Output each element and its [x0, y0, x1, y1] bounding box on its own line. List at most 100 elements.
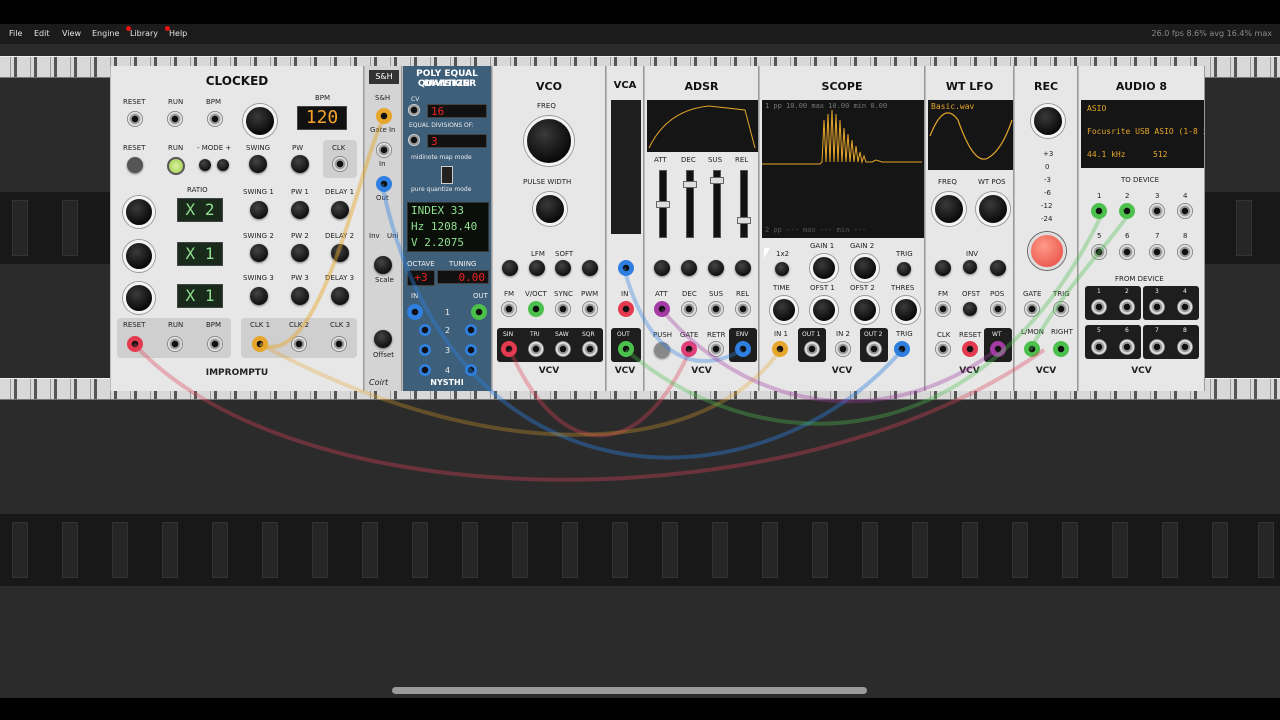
x2-button[interactable] [775, 262, 789, 276]
from-device-jack-2[interactable] [1119, 299, 1135, 315]
quant-out-jack-1[interactable] [471, 304, 487, 320]
offset2-knob[interactable] [851, 296, 879, 324]
from-device-jack-8[interactable] [1177, 339, 1193, 355]
lfm-knob[interactable] [529, 260, 545, 276]
master-bpm-knob[interactable] [243, 104, 277, 138]
mode-up-button[interactable] [217, 159, 229, 171]
attack-cv-knob[interactable] [654, 260, 670, 276]
bpm-output-jack[interactable] [207, 336, 223, 352]
delay3-knob[interactable] [331, 287, 349, 305]
wt-position-knob[interactable] [976, 192, 1010, 226]
decay-cv-knob[interactable] [681, 260, 697, 276]
module-adsr[interactable]: ADSR ATT DEC SUS REL ATT DEC SUS REL PUS… [644, 66, 759, 391]
rack-view[interactable]: CLOCKED RESET RUN BPM BPM 120 RESET RUN … [0, 44, 1280, 698]
module-clocked[interactable]: CLOCKED RESET RUN BPM BPM 120 RESET RUN … [110, 66, 364, 391]
swing1-knob[interactable] [250, 201, 268, 219]
menu-help[interactable]: Help [165, 26, 187, 38]
threshold-knob[interactable] [892, 296, 920, 324]
clk-input-jack[interactable] [935, 341, 951, 357]
tri-output-jack[interactable] [528, 341, 544, 357]
scale-knob[interactable] [374, 256, 392, 274]
decay-fader[interactable] [683, 170, 697, 238]
sample-rate[interactable]: 44.1 kHz [1087, 150, 1126, 159]
module-poly-quantizer[interactable]: POLY EQUAL DIVISION QUANTIZER CV 16 EQUA… [402, 66, 492, 391]
fader-handle[interactable] [683, 181, 697, 188]
invert-button[interactable] [963, 260, 977, 274]
menu-edit[interactable]: Edit [34, 29, 50, 38]
rec-gain-knob[interactable] [1031, 104, 1065, 138]
pulse-width-knob[interactable] [533, 192, 567, 226]
vca-in-jack[interactable] [618, 301, 634, 317]
scope-in1-jack[interactable] [772, 341, 788, 357]
audio-device[interactable]: Focusrite USB ASIO (1-8 in [1087, 127, 1204, 136]
quant-in-jack-2[interactable] [419, 324, 431, 336]
menu-library[interactable]: Library [126, 26, 158, 38]
attack-input-jack[interactable] [654, 301, 670, 317]
quant-in-jack-3[interactable] [419, 344, 431, 356]
scope-out1-jack[interactable] [804, 341, 820, 357]
pw1-knob[interactable] [291, 201, 309, 219]
quant-out-jack-4[interactable] [465, 364, 477, 376]
menu-engine[interactable]: Engine [92, 29, 119, 38]
decay-input-jack[interactable] [681, 301, 697, 317]
to-device-jack-3[interactable] [1149, 203, 1165, 219]
menu-view[interactable]: View [62, 29, 81, 38]
delay2-knob[interactable] [331, 244, 349, 262]
sustain-fader[interactable] [710, 170, 724, 238]
scope-in2-jack[interactable] [835, 341, 851, 357]
right-input-jack[interactable] [1053, 341, 1069, 357]
from-device-jack-1[interactable] [1091, 299, 1107, 315]
sustain-input-jack[interactable] [708, 301, 724, 317]
sqr-output-jack[interactable] [582, 341, 598, 357]
sh-in-jack[interactable] [376, 142, 392, 158]
quant-in-jack-1[interactable] [407, 304, 423, 320]
from-device-jack-6[interactable] [1119, 339, 1135, 355]
clk-output-jack[interactable] [332, 156, 348, 172]
fm-knob[interactable] [502, 260, 518, 276]
module-sample-and-hold[interactable]: S&H S&H Gate In In Out Inv Uni Scale Off… [364, 66, 402, 391]
sustain-cv-knob[interactable] [708, 260, 724, 276]
push-button[interactable] [654, 342, 670, 358]
fader-handle[interactable] [656, 201, 670, 208]
clk2-output-jack[interactable] [291, 336, 307, 352]
horizontal-scrollbar[interactable] [392, 687, 867, 694]
gate-input-jack[interactable] [1024, 301, 1040, 317]
to-device-jack-2[interactable] [1119, 203, 1135, 219]
reset-input-jack[interactable] [962, 341, 978, 357]
mode-switch[interactable] [441, 166, 453, 184]
scope-out2-jack[interactable] [866, 341, 882, 357]
reset-button[interactable] [127, 157, 143, 173]
fm-input-jack[interactable] [501, 301, 517, 317]
gain1-knob[interactable] [810, 254, 838, 282]
module-rec[interactable]: REC +3 0 -3 -6 -12 -24 GATE TRIG L/MON R… [1014, 66, 1078, 391]
env-output-jack[interactable] [735, 341, 751, 357]
offset1-knob[interactable] [810, 296, 838, 324]
pw3-knob[interactable] [291, 287, 309, 305]
block-size[interactable]: 512 [1153, 150, 1167, 159]
offset-button[interactable] [963, 302, 977, 316]
offset-knob[interactable] [374, 330, 392, 348]
release-input-jack[interactable] [735, 301, 751, 317]
left-input-jack[interactable] [1024, 341, 1040, 357]
clk1-output-jack[interactable] [252, 336, 268, 352]
run-output-jack[interactable] [167, 336, 183, 352]
reset-input-jack[interactable] [127, 111, 143, 127]
pwm-knob[interactable] [582, 260, 598, 276]
quant-out-jack-2[interactable] [465, 324, 477, 336]
release-fader[interactable] [737, 170, 751, 238]
mode-down-button[interactable] [199, 159, 211, 171]
ratio1-knob[interactable] [123, 196, 155, 228]
audio-driver[interactable]: ASIO [1087, 104, 1106, 113]
audio-device-display[interactable]: ASIO Focusrite USB ASIO (1-8 in 44.1 kHz… [1081, 100, 1204, 168]
time-knob[interactable] [770, 296, 798, 324]
gate-in-jack[interactable] [376, 108, 392, 124]
vca-cv-jack[interactable] [618, 260, 634, 276]
freq-knob[interactable] [524, 116, 574, 166]
swing3-knob[interactable] [250, 287, 268, 305]
master-pw-knob[interactable] [291, 155, 309, 173]
fm-amount-knob[interactable] [935, 260, 951, 276]
fader-handle[interactable] [737, 217, 751, 224]
gain2-knob[interactable] [851, 254, 879, 282]
to-device-jack-1[interactable] [1091, 203, 1107, 219]
pos-amount-knob[interactable] [990, 260, 1006, 276]
